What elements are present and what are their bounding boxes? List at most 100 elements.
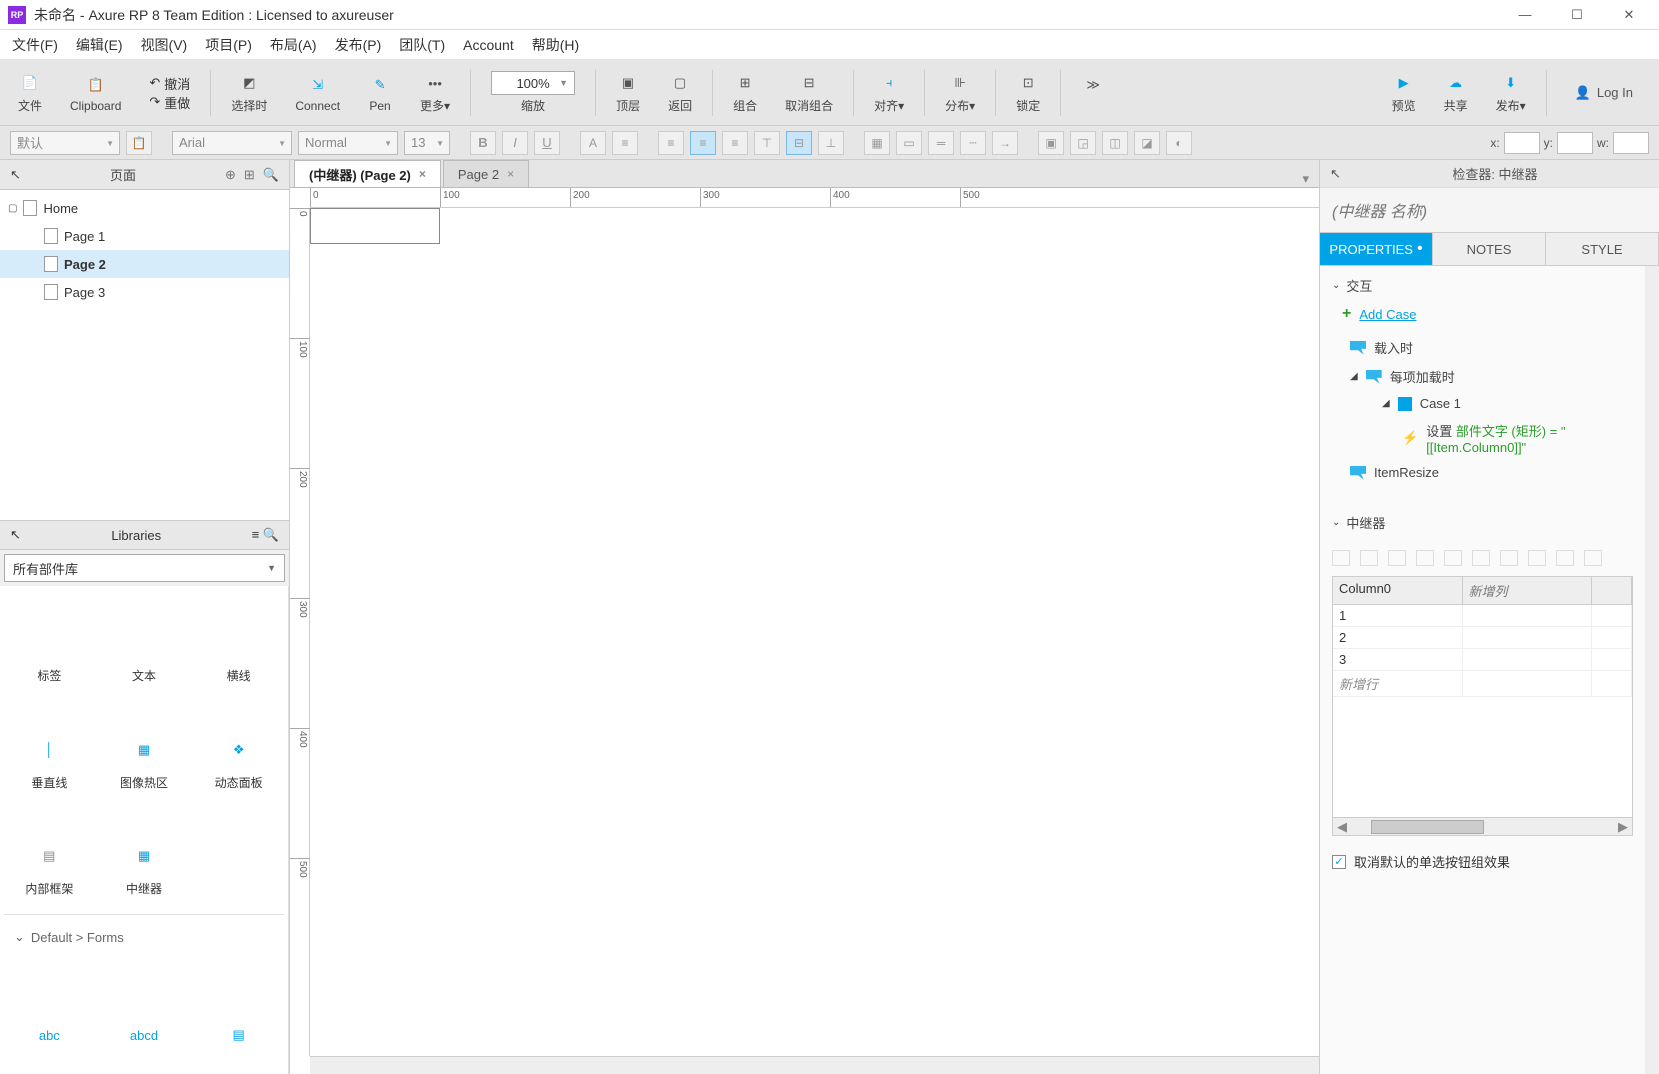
- table-row[interactable]: 2: [1333, 627, 1632, 649]
- close-button[interactable]: ✕: [1615, 5, 1643, 25]
- rep-btn-icon[interactable]: [1332, 550, 1350, 566]
- lib-dynpanel[interactable]: ❖动态面板: [193, 701, 284, 791]
- rep-btn-icon[interactable]: [1416, 550, 1434, 566]
- tb-top[interactable]: ▣顶层: [608, 63, 648, 123]
- lib-label[interactable]: 标签: [4, 594, 95, 684]
- maximize-button[interactable]: ☐: [1563, 5, 1591, 25]
- linewidth-button[interactable]: ═: [928, 131, 954, 155]
- menu-edit[interactable]: 编辑(E): [76, 35, 123, 55]
- tree-item-page3[interactable]: Page 3: [0, 278, 289, 306]
- tb-distribute[interactable]: ⊪分布▾: [937, 63, 983, 123]
- align-left-button[interactable]: ≡: [658, 131, 684, 155]
- textcolor-button[interactable]: A: [580, 131, 606, 155]
- canvas[interactable]: [310, 208, 1319, 1056]
- tab-repeater-page2[interactable]: (中继器) (Page 2)×: [294, 160, 441, 187]
- case-1[interactable]: ◢Case 1: [1320, 391, 1645, 416]
- x-input[interactable]: [1504, 132, 1540, 154]
- menu-project[interactable]: 项目(P): [205, 35, 252, 55]
- widget-rectangle[interactable]: [310, 208, 440, 244]
- w-input[interactable]: [1613, 132, 1649, 154]
- rep-btn-icon[interactable]: [1556, 550, 1574, 566]
- col-header[interactable]: Column0: [1333, 577, 1463, 604]
- align-right-button[interactable]: ≡: [722, 131, 748, 155]
- tb-back[interactable]: ▢返回: [660, 63, 700, 123]
- add-page-icon[interactable]: ⊕: [225, 167, 236, 183]
- repeater-h-scrollbar[interactable]: ◀▶: [1333, 817, 1632, 835]
- tb-group[interactable]: ⊞组合: [725, 63, 765, 123]
- action-settext[interactable]: ⚡设置 部件文字 (矩形) = "[[Item.Column0]]": [1320, 416, 1645, 460]
- rep-btn-icon[interactable]: [1360, 550, 1378, 566]
- tb-ungroup[interactable]: ⊟取消组合: [777, 63, 841, 123]
- lib-textarea[interactable]: abcd: [99, 963, 190, 1053]
- tab-overflow-icon[interactable]: ▾: [1292, 171, 1319, 187]
- weight-select[interactable]: Normal: [298, 131, 398, 155]
- minimize-button[interactable]: —: [1511, 5, 1539, 25]
- tree-item-page1[interactable]: Page 1: [0, 222, 289, 250]
- checkbox-isolate-radio[interactable]: ✓ 取消默认的单选按钮组效果: [1320, 842, 1645, 881]
- lib-text[interactable]: 文本: [99, 594, 190, 684]
- menu-help[interactable]: 帮助(H): [532, 35, 579, 55]
- rep-btn-icon[interactable]: [1388, 550, 1406, 566]
- bold-button[interactable]: B: [470, 131, 496, 155]
- arrow-button[interactable]: →: [992, 131, 1018, 155]
- menu-file[interactable]: 文件(F): [12, 35, 58, 55]
- menu-arrange[interactable]: 布局(A): [270, 35, 317, 55]
- tb-connect[interactable]: ⇲Connect: [287, 63, 348, 123]
- shadow-i-button[interactable]: ◪: [1134, 131, 1160, 155]
- add-folder-icon[interactable]: ⊞: [244, 167, 255, 183]
- menu-account[interactable]: Account: [463, 37, 514, 53]
- lib-menu-icon[interactable]: ≡: [252, 527, 260, 542]
- corner-button[interactable]: ◲: [1070, 131, 1096, 155]
- valign-bot-button[interactable]: ⊥: [818, 131, 844, 155]
- tab-style[interactable]: STYLE: [1546, 233, 1659, 265]
- lib-textfield[interactable]: abc: [4, 963, 95, 1053]
- fill-button[interactable]: ▦: [864, 131, 890, 155]
- y-input[interactable]: [1557, 132, 1593, 154]
- style-select[interactable]: 默认: [10, 131, 120, 155]
- event-onload[interactable]: 载入时: [1320, 333, 1645, 362]
- tab-page2[interactable]: Page 2×: [443, 160, 529, 187]
- tb-publish[interactable]: ⬇发布▾: [1488, 63, 1534, 123]
- rep-btn-icon[interactable]: [1472, 550, 1490, 566]
- add-case-link[interactable]: +Add Case: [1320, 301, 1645, 333]
- menu-view[interactable]: 视图(V): [141, 35, 188, 55]
- event-itemload[interactable]: ◢每项加载时: [1320, 362, 1645, 391]
- tree-item-home[interactable]: ▢ Home: [0, 194, 289, 222]
- repeater-table[interactable]: Column0 新增列 1 2 3 新增行 ◀▶: [1332, 576, 1633, 836]
- font-select[interactable]: Arial: [172, 131, 292, 155]
- lib-hotspot[interactable]: ▦图像热区: [99, 701, 190, 791]
- rep-btn-icon[interactable]: [1528, 550, 1546, 566]
- login-button[interactable]: 👤Log In: [1559, 85, 1649, 101]
- widget-name-field[interactable]: (中继器 名称): [1320, 188, 1659, 232]
- tb-select[interactable]: ◩选择时: [223, 63, 275, 123]
- menu-team[interactable]: 团队(T): [399, 35, 445, 55]
- table-row[interactable]: 1: [1333, 605, 1632, 627]
- table-new-row[interactable]: 新增行: [1333, 671, 1632, 697]
- canvas-h-scrollbar[interactable]: [310, 1056, 1319, 1074]
- search-pages-icon[interactable]: 🔍: [263, 167, 279, 183]
- lib-repeater[interactable]: ▦中继器: [99, 807, 190, 897]
- italic-button[interactable]: I: [502, 131, 528, 155]
- section-interactions[interactable]: ⌄交互: [1320, 266, 1645, 301]
- tab-properties[interactable]: PROPERTIES•: [1320, 233, 1433, 265]
- shadow-o-button[interactable]: ◫: [1102, 131, 1128, 155]
- lib-iframe[interactable]: ▤内部框架: [4, 807, 95, 897]
- rep-btn-icon[interactable]: [1444, 550, 1462, 566]
- tb-file[interactable]: 📄文件: [10, 63, 50, 123]
- bordervis-button[interactable]: ▣: [1038, 131, 1064, 155]
- valign-top-button[interactable]: ⊤: [754, 131, 780, 155]
- tb-zoom[interactable]: 100%缩放: [483, 63, 583, 123]
- lib-vline[interactable]: │垂直线: [4, 701, 95, 791]
- event-itemresize[interactable]: ItemResize: [1320, 460, 1645, 485]
- library-selector[interactable]: 所有部件库: [4, 554, 285, 582]
- panel-pop-icon[interactable]: ↖: [1330, 166, 1341, 182]
- tb-share[interactable]: ☁共享: [1436, 63, 1476, 123]
- lib-category-forms[interactable]: ⌄Default > Forms: [4, 914, 284, 960]
- align-center-button[interactable]: ≡: [690, 131, 716, 155]
- valign-mid-button[interactable]: ⊟: [786, 131, 812, 155]
- tree-item-page2[interactable]: Page 2: [0, 250, 289, 278]
- rep-btn-icon[interactable]: [1500, 550, 1518, 566]
- tab-notes[interactable]: NOTES: [1433, 233, 1546, 265]
- section-repeater[interactable]: ⌄中继器: [1320, 503, 1645, 538]
- panel-pop-icon[interactable]: ↖: [10, 527, 21, 543]
